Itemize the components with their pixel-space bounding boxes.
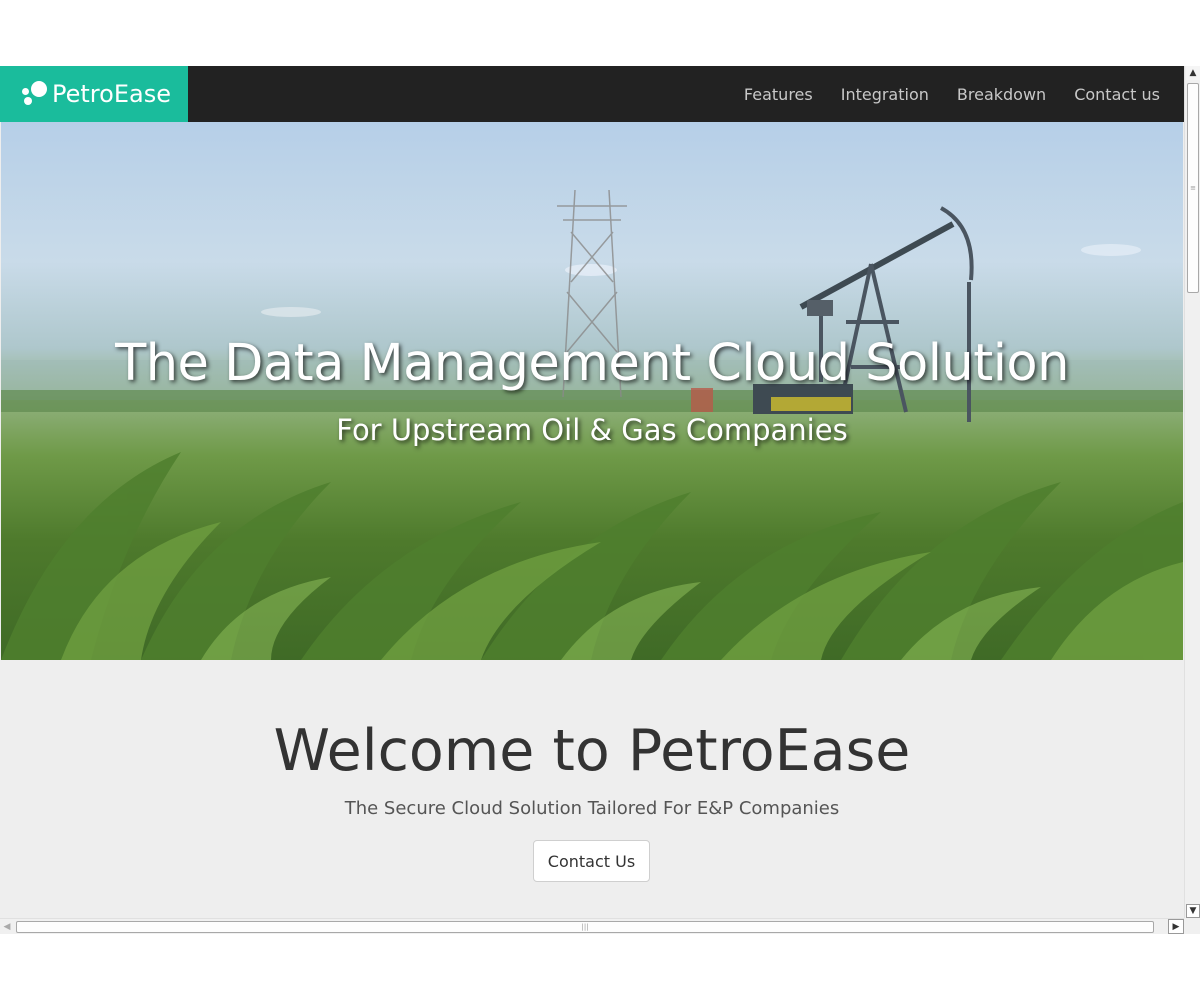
horizontal-scroll-thumb[interactable]: |||	[16, 921, 1154, 933]
scroll-up-arrow-icon[interactable]: ▲	[1186, 66, 1200, 80]
petroease-logo-icon	[22, 80, 50, 108]
nav-link-breakdown[interactable]: Breakdown	[957, 85, 1046, 104]
scroll-right-arrow-icon[interactable]: ▶	[1168, 919, 1184, 934]
hero-section: The Data Management Cloud Solution For U…	[1, 122, 1183, 660]
nav-link-integration[interactable]: Integration	[841, 85, 929, 104]
brand-name: PetroEase	[52, 80, 171, 108]
hero-subtitle: For Upstream Oil & Gas Companies	[336, 413, 848, 447]
browser-viewport: PetroEase Features Integration Breakdown…	[0, 66, 1200, 934]
welcome-section: Welcome to PetroEase The Secure Cloud So…	[0, 660, 1184, 918]
welcome-title: Welcome to PetroEase	[273, 718, 911, 784]
vertical-scrollbar[interactable]: ▲ ≡ ▼	[1184, 66, 1200, 918]
welcome-subtitle: The Secure Cloud Solution Tailored For E…	[344, 798, 840, 819]
contact-us-button[interactable]: Contact Us	[533, 840, 650, 882]
brand-logo-link[interactable]: PetroEase	[0, 66, 188, 122]
hero-title: The Data Management Cloud Solution	[115, 334, 1069, 393]
nav-link-contact[interactable]: Contact us	[1074, 85, 1160, 104]
scrollbar-corner	[1184, 918, 1200, 934]
nav-menu: Features Integration Breakdown Contact u…	[744, 66, 1160, 122]
nav-link-features[interactable]: Features	[744, 85, 813, 104]
horizontal-scrollbar[interactable]: ◀ ||| ▶	[0, 918, 1184, 934]
vertical-scroll-thumb[interactable]: ≡	[1187, 83, 1199, 293]
navbar: PetroEase Features Integration Breakdown…	[0, 66, 1184, 122]
scroll-down-arrow-icon[interactable]: ▼	[1186, 904, 1200, 918]
scroll-left-arrow-icon[interactable]: ◀	[0, 920, 14, 934]
